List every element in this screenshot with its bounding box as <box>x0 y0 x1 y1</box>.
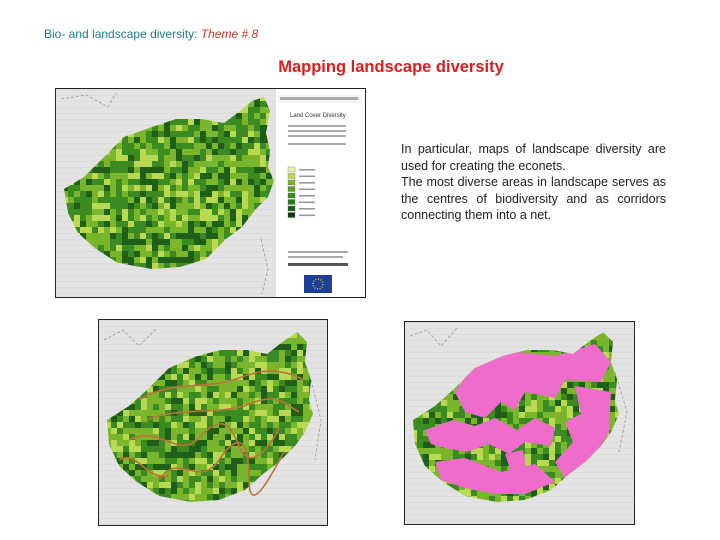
header-prefix: Bio- and landscape diversity: <box>44 27 198 41</box>
eu-flag-logo <box>304 275 332 293</box>
paragraph-econets: In particular, maps of landscape diversi… <box>401 142 666 173</box>
slide-title: Mapping landscape diversity <box>278 58 504 76</box>
legend-title: Land Cover Diversity <box>290 113 346 119</box>
paragraph-corridors: The most diverse areas in landscape serv… <box>401 175 666 223</box>
slide-header: Bio- and landscape diversity: Theme # 8 <box>44 27 258 41</box>
header-theme: Theme # 8 <box>200 27 259 41</box>
econet-map <box>404 321 635 525</box>
land-cover-diversity-map: Land Cover Diversity <box>55 88 366 298</box>
body-text: In particular, maps of landscape diversi… <box>401 141 666 224</box>
corridor-map <box>98 319 328 526</box>
